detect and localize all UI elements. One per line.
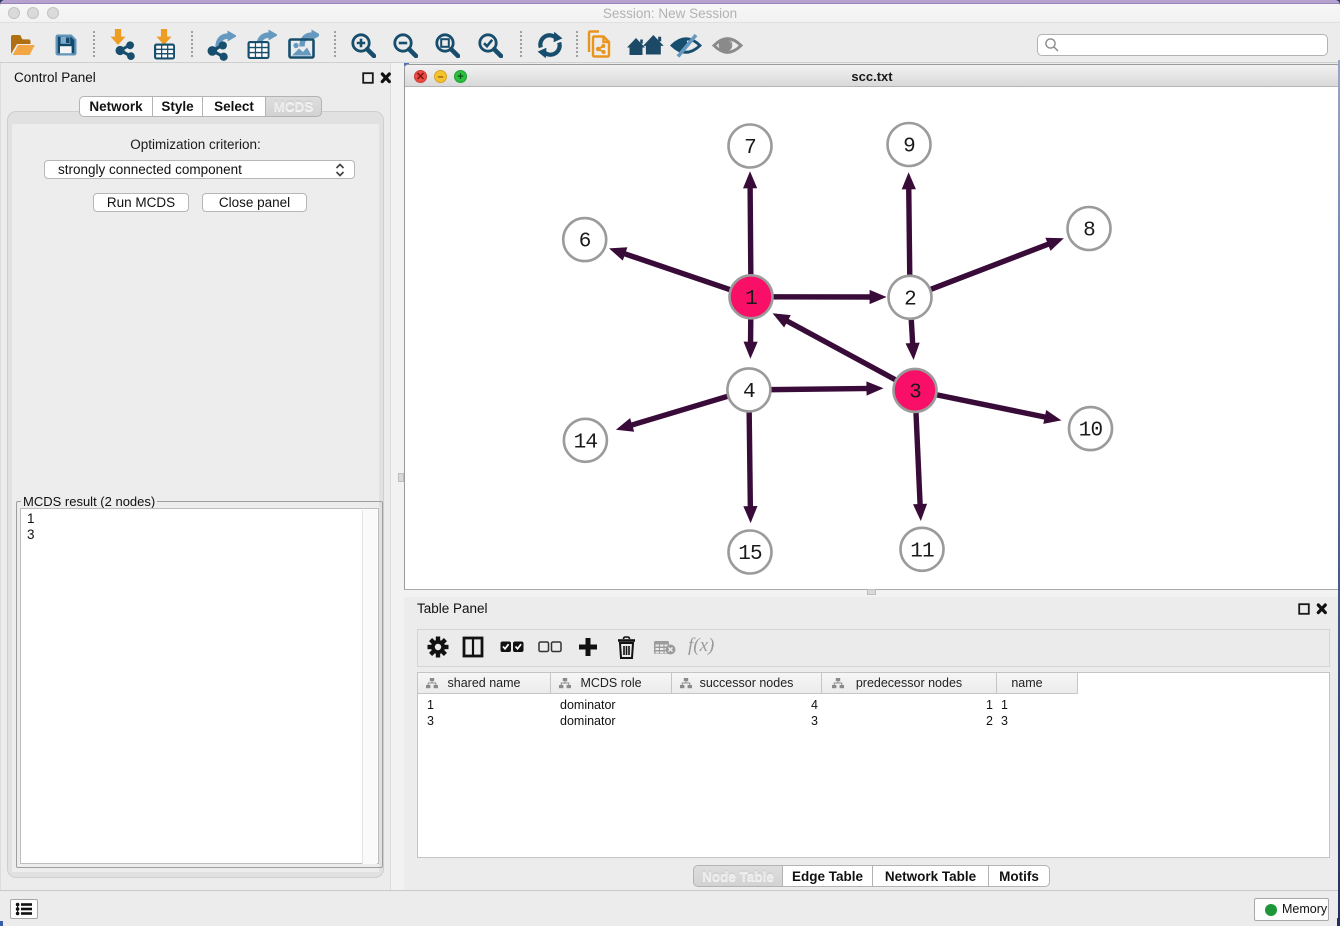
svg-text:2: 2 — [904, 288, 916, 311]
svg-text:6: 6 — [579, 231, 591, 254]
svg-text:8: 8 — [1083, 220, 1095, 243]
svg-text:14: 14 — [574, 431, 598, 454]
svg-text:15: 15 — [738, 543, 762, 566]
svg-text:4: 4 — [743, 381, 755, 404]
svg-text:9: 9 — [903, 136, 915, 159]
svg-text:10: 10 — [1079, 420, 1103, 443]
svg-text:1: 1 — [745, 288, 757, 311]
svg-text:7: 7 — [744, 137, 756, 160]
svg-text:3: 3 — [909, 381, 921, 404]
svg-text:11: 11 — [910, 540, 934, 563]
